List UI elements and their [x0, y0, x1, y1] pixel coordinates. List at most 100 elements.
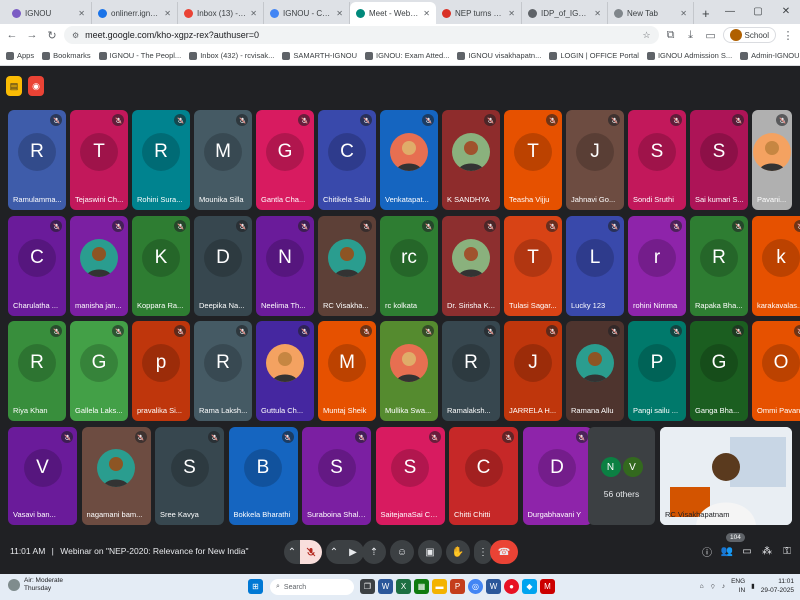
participant-tile[interactable]: C Chitikela Sailu — [318, 110, 376, 210]
participant-tile[interactable]: G Gantla Cha... — [256, 110, 314, 210]
close-window-icon[interactable]: ✕ — [772, 0, 800, 22]
participant-tile[interactable]: V Vasavi ban... — [8, 427, 77, 525]
store-icon[interactable]: ◆ — [522, 579, 537, 594]
participant-tile[interactable]: S SaitejanaSai Ch... — [375, 427, 445, 525]
captions-button[interactable]: ▣ — [418, 540, 442, 564]
presenter-video-tile[interactable]: RC Visakhapatnam — [660, 427, 792, 525]
word-doc-icon[interactable]: W — [486, 579, 501, 594]
forward-icon[interactable]: → — [24, 27, 40, 43]
mcafee-icon[interactable]: M — [540, 579, 555, 594]
participant-tile[interactable]: B Bokkela Bharathi — [228, 427, 298, 525]
new-tab-icon[interactable]: + — [694, 2, 718, 24]
participant-tile[interactable]: S Sree Kavya — [155, 427, 224, 525]
participant-tile[interactable]: R Rohini Sura... — [132, 110, 190, 210]
browser-tab[interactable]: Meet - Webinar on "N ✕ — [350, 2, 436, 24]
tab-close-icon[interactable]: ✕ — [250, 9, 257, 18]
participant-tile[interactable]: RC Visakha... — [318, 216, 376, 316]
powerpoint-icon[interactable]: P — [450, 579, 465, 594]
tab-close-icon[interactable]: ✕ — [508, 9, 515, 18]
language-indicator[interactable]: ENG IN — [731, 577, 745, 595]
wifi-icon[interactable]: ⌔ — [710, 582, 716, 591]
participant-tile[interactable]: G Ganga Bha... — [690, 321, 748, 421]
tab-close-icon[interactable]: ✕ — [423, 9, 430, 18]
participant-tile[interactable]: S Sondi Sruthi — [628, 110, 686, 210]
address-bar[interactable]: ⚙ meet.google.com/kho-xgpz-rex?authuser=… — [64, 26, 659, 44]
browser-tab[interactable]: IGNOU ✕ — [6, 2, 92, 24]
start-icon[interactable]: ⊞ — [248, 579, 263, 594]
profile-chip[interactable]: School — [722, 27, 776, 43]
participant-tile[interactable]: D Durgabhavani Y — [522, 427, 592, 525]
participant-tile[interactable]: P Pangi sailu ... — [628, 321, 686, 421]
bookmark-item[interactable]: Inbox (432) - rcvisak... — [189, 51, 274, 60]
taskbar-search[interactable]: ⌕ Search — [270, 579, 354, 595]
participant-tile[interactable]: Ramana Allu — [566, 321, 624, 421]
browser-tab[interactable]: IDP_of_IGNOU_2030.pdf ✕ — [522, 2, 608, 24]
bookmark-item[interactable]: IGNOU Admission S... — [646, 51, 732, 60]
participant-tile[interactable]: R Riya Khan — [8, 321, 66, 421]
participant-tile[interactable]: T Teasha Vijju — [504, 110, 562, 210]
participant-tile[interactable]: J JARRELA H... — [504, 321, 562, 421]
participant-tile[interactable]: K SANDHYA — [442, 110, 500, 210]
volume-icon[interactable]: ♪ — [722, 583, 725, 590]
chat-icon[interactable]: ▭ — [740, 544, 754, 558]
participant-tile[interactable]: C Charulatha ... — [8, 216, 66, 316]
participant-tile[interactable]: R Rama Laksh... — [194, 321, 252, 421]
chrome-icon[interactable]: ◎ — [468, 579, 483, 594]
recording-icon[interactable]: ◉ — [28, 76, 44, 96]
bookmark-item[interactable]: IGNOU visakhapatn... — [457, 51, 541, 60]
participant-tile[interactable]: k karakavalas... — [752, 216, 800, 316]
present-button[interactable]: ⇡ — [362, 540, 386, 564]
excel-icon[interactable]: X — [396, 579, 411, 594]
bookmark-star-icon[interactable]: ☆ — [642, 30, 650, 41]
participant-tile[interactable]: Guttula Ch... — [256, 321, 314, 421]
participant-tile[interactable]: N Neelima Th... — [256, 216, 314, 316]
participant-tile[interactable]: L Lucky 123 — [566, 216, 624, 316]
bookmark-item[interactable]: IGNOU: Exam Atted... — [365, 51, 449, 60]
participant-tile[interactable]: O Ommi Pavani — [752, 321, 800, 421]
tab-close-icon[interactable]: ✕ — [78, 9, 85, 18]
tab-close-icon[interactable]: ✕ — [594, 9, 601, 18]
weather-widget[interactable]: Air: Moderate Thursday — [8, 577, 63, 593]
tab-close-icon[interactable]: ✕ — [680, 9, 687, 18]
raise-hand-button[interactable]: ✋ — [446, 540, 470, 564]
menu-kebab-icon[interactable]: ⋮ — [780, 27, 796, 43]
site-info-icon[interactable]: ⚙ — [72, 31, 79, 40]
bookmark-item[interactable]: Apps — [6, 51, 34, 60]
tab-search-icon[interactable]: ▭ — [703, 27, 719, 43]
participant-tile[interactable]: G Gallela Laks... — [70, 321, 128, 421]
mic-off-button[interactable] — [300, 540, 322, 564]
participant-tile[interactable]: R Ramalaksh... — [442, 321, 500, 421]
bookmark-item[interactable]: IGNOU - The Peopl... — [98, 51, 181, 60]
word-icon[interactable]: W — [378, 579, 393, 594]
reload-icon[interactable]: ↻ — [44, 27, 60, 43]
participant-tile[interactable]: M Mounika Silla — [194, 110, 252, 210]
browser-tab[interactable]: onlinerr.ignou.ac.in ✕ — [92, 2, 178, 24]
bookmark-item[interactable]: SAMARTH-IGNOU — [282, 51, 357, 60]
participant-tile[interactable]: J Jahnavi Go... — [566, 110, 624, 210]
participant-tile[interactable]: Pavani... — [752, 110, 792, 210]
task-view-icon[interactable]: ❐ — [360, 579, 375, 594]
file-explorer-icon[interactable]: ▬ — [432, 579, 447, 594]
participant-tile[interactable]: S Sai kumari S... — [690, 110, 748, 210]
bookmark-item[interactable]: LOGIN | OFFICE Portal — [549, 51, 639, 60]
battery-icon[interactable]: ▮ — [751, 582, 755, 590]
participant-tile[interactable]: rc rc kolkata — [380, 216, 438, 316]
participant-tile[interactable]: M Muntaj Sheik — [318, 321, 376, 421]
mic-options-icon[interactable]: ⌃ — [284, 540, 300, 564]
download-icon[interactable]: ⤓ — [683, 27, 699, 43]
taskbar-clock[interactable]: 11:01 29-07-2025 — [761, 577, 794, 595]
network-icon[interactable]: ⌂ — [700, 583, 704, 590]
participant-tile[interactable]: C Chitti Chitti — [449, 427, 518, 525]
notes-icon[interactable]: ▤ — [6, 76, 22, 96]
participant-tile[interactable]: D Deepika Na... — [194, 216, 252, 316]
leave-call-button[interactable]: ☎ — [490, 540, 518, 564]
participant-tile[interactable]: K Koppara Ra... — [132, 216, 190, 316]
maximize-icon[interactable]: ▢ — [744, 0, 772, 22]
participant-tile[interactable]: manisha jan... — [70, 216, 128, 316]
bookmark-item[interactable]: Admin-IGNOU RC V... — [740, 51, 800, 60]
back-icon[interactable]: ← — [4, 27, 20, 43]
camera-options-icon[interactable]: ⌃ — [326, 540, 342, 564]
participant-tile[interactable]: S Suraboina Shale... — [302, 427, 371, 525]
others-tile[interactable]: N V 56 others — [588, 427, 655, 525]
browser-tab[interactable]: IGNOU - Calendar - Tues ✕ — [264, 2, 350, 24]
